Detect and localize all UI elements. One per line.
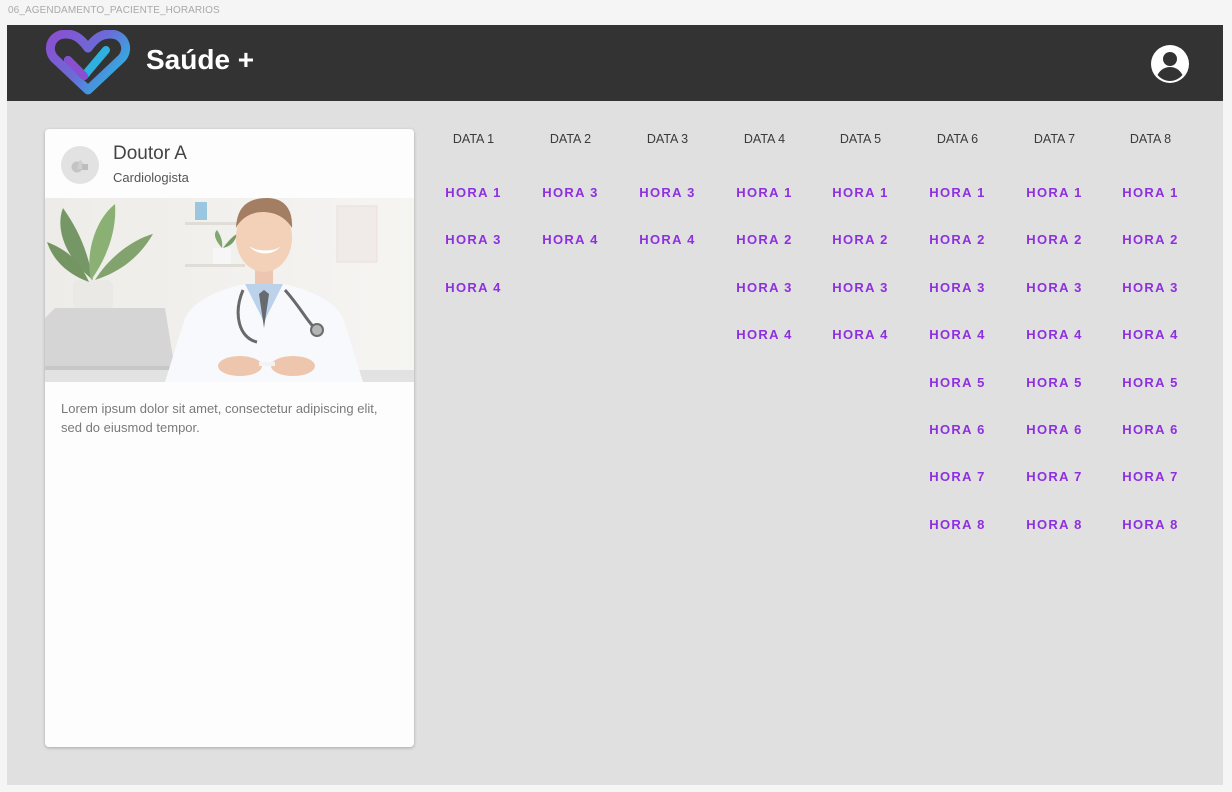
time-slot-button[interactable]: HORA 4 — [619, 232, 716, 247]
time-slot-button[interactable]: HORA 5 — [909, 375, 1006, 390]
date-header: DATA 8 — [1129, 132, 1172, 146]
time-slot-button[interactable]: HORA 7 — [1006, 469, 1103, 484]
time-slot-button[interactable]: HORA 3 — [909, 280, 1006, 295]
time-slot-button[interactable]: HORA 1 — [425, 185, 522, 200]
schedule-column: DATA 6 HORA 1 HORA 2 HORA 3 HORA 4 HORA 5 HORA… — [909, 125, 1006, 545]
time-slot-button[interactable]: HORA 6 — [909, 422, 1006, 437]
time-slot-button[interactable]: HORA 4 — [425, 280, 522, 295]
time-slot-button[interactable]: HORA 1 — [812, 185, 909, 200]
time-slot-button[interactable]: HORA 2 — [1006, 232, 1103, 247]
time-slot-button[interactable]: HORA 3 — [1102, 280, 1199, 295]
date-header: DATA 6 — [936, 132, 979, 146]
doctor-card[interactable]: Doutor A Cardiologista Lorem ipsum dolor… — [45, 129, 414, 747]
time-slot-button[interactable]: HORA 4 — [716, 327, 813, 342]
time-slot-button[interactable]: HORA 3 — [812, 280, 909, 295]
time-slot-button[interactable]: HORA 3 — [1006, 280, 1103, 295]
account-circle-icon[interactable] — [1150, 44, 1190, 84]
schedule-column: DATA 8 HORA 1 HORA 2 HORA 3 HORA 4 HORA 5 HORA… — [1102, 125, 1199, 545]
time-slot-button[interactable]: HORA 7 — [1102, 469, 1199, 484]
avatar-placeholder-icon — [61, 146, 99, 184]
date-header: DATA 3 — [646, 132, 689, 146]
doctor-description: Lorem ipsum dolor sit amet, consectetur … — [61, 401, 378, 435]
time-slot-button[interactable]: HORA 7 — [909, 469, 1006, 484]
time-slot-button[interactable]: HORA 3 — [522, 185, 619, 200]
time-slot-button[interactable]: HORA 4 — [909, 327, 1006, 342]
date-header: DATA 2 — [549, 132, 592, 146]
date-header: DATA 5 — [839, 132, 882, 146]
brand-title: Saúde + — [146, 44, 255, 75]
app-frame: Saúde + Doutor A Cardiologista Lorem ips… — [7, 25, 1223, 785]
time-slot-button[interactable]: HORA 3 — [716, 280, 813, 295]
app-bar: Saúde + — [7, 25, 1223, 101]
time-slot-button[interactable]: HORA 3 — [425, 232, 522, 247]
schedule-column: DATA 4 HORA 1 HORA 2 HORA 3 HORA 4 — [716, 125, 813, 545]
date-header: DATA 7 — [1033, 132, 1076, 146]
time-slot-button[interactable]: HORA 4 — [522, 232, 619, 247]
time-slot-button[interactable]: HORA 8 — [1006, 517, 1103, 532]
time-slot-button[interactable]: HORA 1 — [909, 185, 1006, 200]
date-header: DATA 1 — [452, 132, 495, 146]
doctor-specialty: Cardiologista — [113, 170, 189, 185]
time-slot-button[interactable]: HORA 6 — [1102, 422, 1199, 437]
time-slot-button[interactable]: HORA 4 — [1006, 327, 1103, 342]
time-slot-button[interactable]: HORA 5 — [1102, 375, 1199, 390]
time-slot-button[interactable]: HORA 5 — [1006, 375, 1103, 390]
time-slot-button[interactable]: HORA 1 — [1102, 185, 1199, 200]
frame-label: 06_AGENDAMENTO_PACIENTE_HORARIOS — [8, 5, 220, 16]
time-slot-button[interactable]: HORA 4 — [812, 327, 909, 342]
time-slot-button[interactable]: HORA 2 — [812, 232, 909, 247]
doctor-photo — [45, 198, 414, 382]
time-slot-button[interactable]: HORA 8 — [909, 517, 1006, 532]
heart-check-logo-icon — [44, 29, 132, 98]
schedule-column: DATA 7 HORA 1 HORA 2 HORA 3 HORA 4 HORA 5 HORA… — [1006, 125, 1103, 545]
time-slot-button[interactable]: HORA 3 — [619, 185, 716, 200]
time-slot-button[interactable]: HORA 1 — [1006, 185, 1103, 200]
doctor-name: Doutor A — [113, 143, 187, 164]
time-slot-button[interactable]: HORA 2 — [716, 232, 813, 247]
time-slot-button[interactable]: HORA 8 — [1102, 517, 1199, 532]
schedule-column: DATA 1 HORA 1 HORA 3 HORA 4 — [425, 125, 522, 545]
schedule-column: DATA 5 HORA 1 HORA 2 HORA 3 HORA 4 — [812, 125, 909, 545]
time-slot-button[interactable]: HORA 6 — [1006, 422, 1103, 437]
time-slot-button[interactable]: HORA 4 — [1102, 327, 1199, 342]
time-slot-button[interactable]: HORA 2 — [909, 232, 1006, 247]
schedule-column: DATA 3 HORA 3 HORA 4 — [619, 125, 716, 545]
time-slot-button[interactable]: HORA 1 — [716, 185, 813, 200]
schedule-grid: DATA 1 HORA 1 HORA 3 HORA 4 DATA 2 HORA 3 HORA… — [425, 125, 1215, 545]
date-header: DATA 4 — [743, 132, 786, 146]
schedule-column: DATA 2 HORA 3 HORA 4 — [522, 125, 619, 545]
time-slot-button[interactable]: HORA 2 — [1102, 232, 1199, 247]
